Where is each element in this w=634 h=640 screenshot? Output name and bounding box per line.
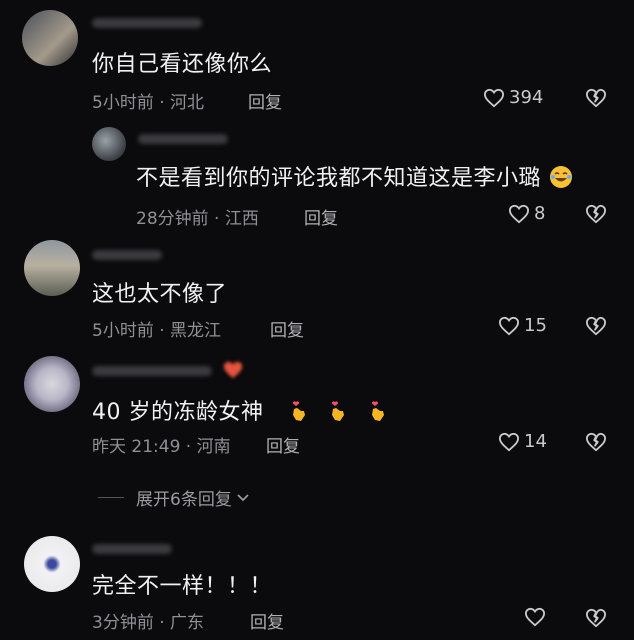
avatar[interactable]: [22, 10, 78, 66]
heart-icon: [524, 607, 546, 627]
comment-list: 你自己看还像你么 5小时前 · 河北 回复 394 不是看到你的评论我都不知道这…: [0, 0, 634, 640]
username-blurred: [92, 250, 162, 260]
comment-text: 这也太不像了: [92, 282, 228, 307]
broken-heart-icon[interactable]: [585, 316, 607, 336]
comment-meta: 5小时前 · 河北: [92, 93, 205, 113]
username-blurred: [92, 18, 202, 28]
expand-replies-label: 展开6条回复: [136, 490, 232, 510]
like-button[interactable]: 8: [508, 203, 545, 224]
avatar[interactable]: [92, 127, 126, 161]
broken-heart-icon[interactable]: [585, 608, 607, 628]
broken-heart-icon[interactable]: [585, 88, 607, 108]
like-count: 14: [524, 431, 547, 452]
heart-emoji-icon: [222, 360, 244, 384]
like-button[interactable]: 14: [498, 431, 547, 452]
expand-replies-button[interactable]: 展开6条回复: [98, 485, 250, 510]
avatar[interactable]: [24, 536, 80, 592]
comment-meta: 5小时前 · 黑龙江: [92, 321, 222, 341]
like-count: 8: [534, 203, 546, 224]
laughing-crying-emoji-icon: [549, 165, 573, 189]
like-button[interactable]: 394: [483, 87, 543, 108]
comment-text: 你自己看还像你么: [92, 52, 273, 77]
divider-line: [98, 497, 124, 498]
comment-text: 不是看到你的评论我都不知道这是李小璐: [136, 160, 573, 192]
avatar[interactable]: [24, 240, 80, 296]
finger-heart-emoji-icon: [287, 399, 311, 423]
heart-icon: [508, 204, 530, 224]
chevron-down-icon: [236, 488, 250, 508]
heart-icon: [483, 88, 505, 108]
broken-heart-icon[interactable]: [585, 432, 607, 452]
avatar[interactable]: [24, 356, 80, 412]
finger-heart-emoji-icon: [326, 399, 350, 423]
like-count: 394: [509, 87, 544, 108]
reply-button[interactable]: 回复: [270, 316, 304, 341]
reply-button[interactable]: 回复: [250, 608, 284, 633]
like-count: 15: [524, 315, 547, 336]
comment-meta: 28分钟前 · 江西: [136, 209, 259, 229]
comment-meta: 3分钟前 · 广东: [92, 613, 205, 633]
reply-button[interactable]: 回复: [304, 204, 338, 229]
reply-button[interactable]: 回复: [248, 88, 282, 113]
username-blurred: [92, 544, 172, 554]
comment-text: 完全不一样！！！: [92, 574, 273, 599]
broken-heart-icon[interactable]: [585, 204, 607, 224]
comment-text: 40 岁的冻龄女神: [92, 394, 390, 426]
username-blurred: [92, 366, 212, 376]
finger-heart-emoji-icon: [366, 399, 390, 423]
like-button[interactable]: 15: [498, 315, 547, 336]
heart-icon: [498, 316, 520, 336]
username-blurred: [138, 134, 228, 144]
heart-icon: [498, 432, 520, 452]
comment-meta: 昨天 21:49 · 河南: [92, 437, 231, 457]
reply-button[interactable]: 回复: [266, 432, 300, 457]
like-button[interactable]: [524, 607, 550, 627]
